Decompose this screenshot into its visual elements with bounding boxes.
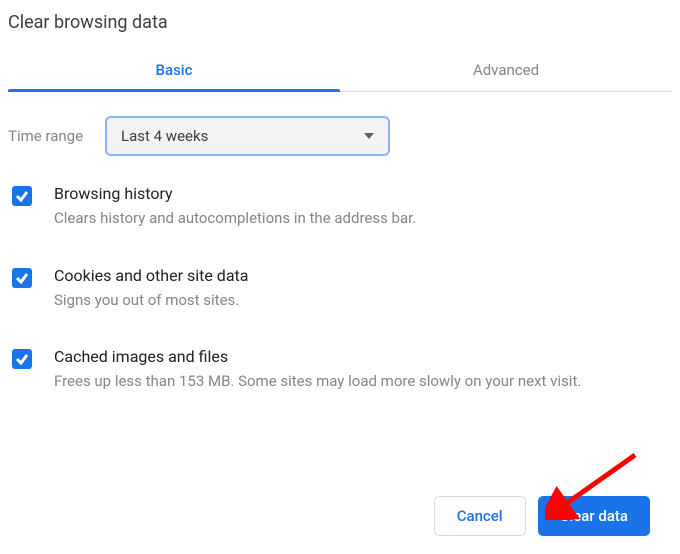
- clear-data-button[interactable]: Clear data: [538, 496, 650, 536]
- option-title: Browsing history: [54, 184, 672, 207]
- check-icon: [15, 271, 29, 285]
- time-range-label: Time range: [8, 127, 83, 145]
- option-title: Cookies and other site data: [54, 266, 672, 289]
- option-cookies: Cookies and other site data Signs you ou…: [8, 266, 672, 348]
- cancel-button[interactable]: Cancel: [434, 496, 526, 536]
- tab-advanced[interactable]: Advanced: [340, 49, 672, 91]
- option-desc: Frees up less than 153 MB. Some sites ma…: [54, 370, 672, 393]
- option-desc: Clears history and autocompletions in th…: [54, 207, 672, 230]
- dialog-footer: Cancel Clear data: [434, 496, 650, 536]
- check-icon: [15, 352, 29, 366]
- option-title: Cached images and files: [54, 347, 672, 370]
- tab-basic[interactable]: Basic: [8, 49, 340, 91]
- option-text: Cached images and files Frees up less th…: [54, 347, 672, 393]
- time-range-value: Last 4 weeks: [121, 127, 208, 145]
- chevron-down-icon: [364, 133, 374, 139]
- option-text: Browsing history Clears history and auto…: [54, 184, 672, 230]
- checkbox-browsing-history[interactable]: [12, 186, 32, 206]
- dialog-title: Clear browsing data: [8, 8, 672, 49]
- checkbox-cached[interactable]: [12, 349, 32, 369]
- time-range-select[interactable]: Last 4 weeks: [105, 116, 390, 156]
- tabs: Basic Advanced: [8, 49, 672, 92]
- option-desc: Signs you out of most sites.: [54, 289, 672, 312]
- checkbox-cookies[interactable]: [12, 268, 32, 288]
- check-icon: [15, 189, 29, 203]
- time-range-row: Time range Last 4 weeks: [8, 92, 672, 184]
- option-browsing-history: Browsing history Clears history and auto…: [8, 184, 672, 266]
- option-cached: Cached images and files Frees up less th…: [8, 347, 672, 429]
- option-text: Cookies and other site data Signs you ou…: [54, 266, 672, 312]
